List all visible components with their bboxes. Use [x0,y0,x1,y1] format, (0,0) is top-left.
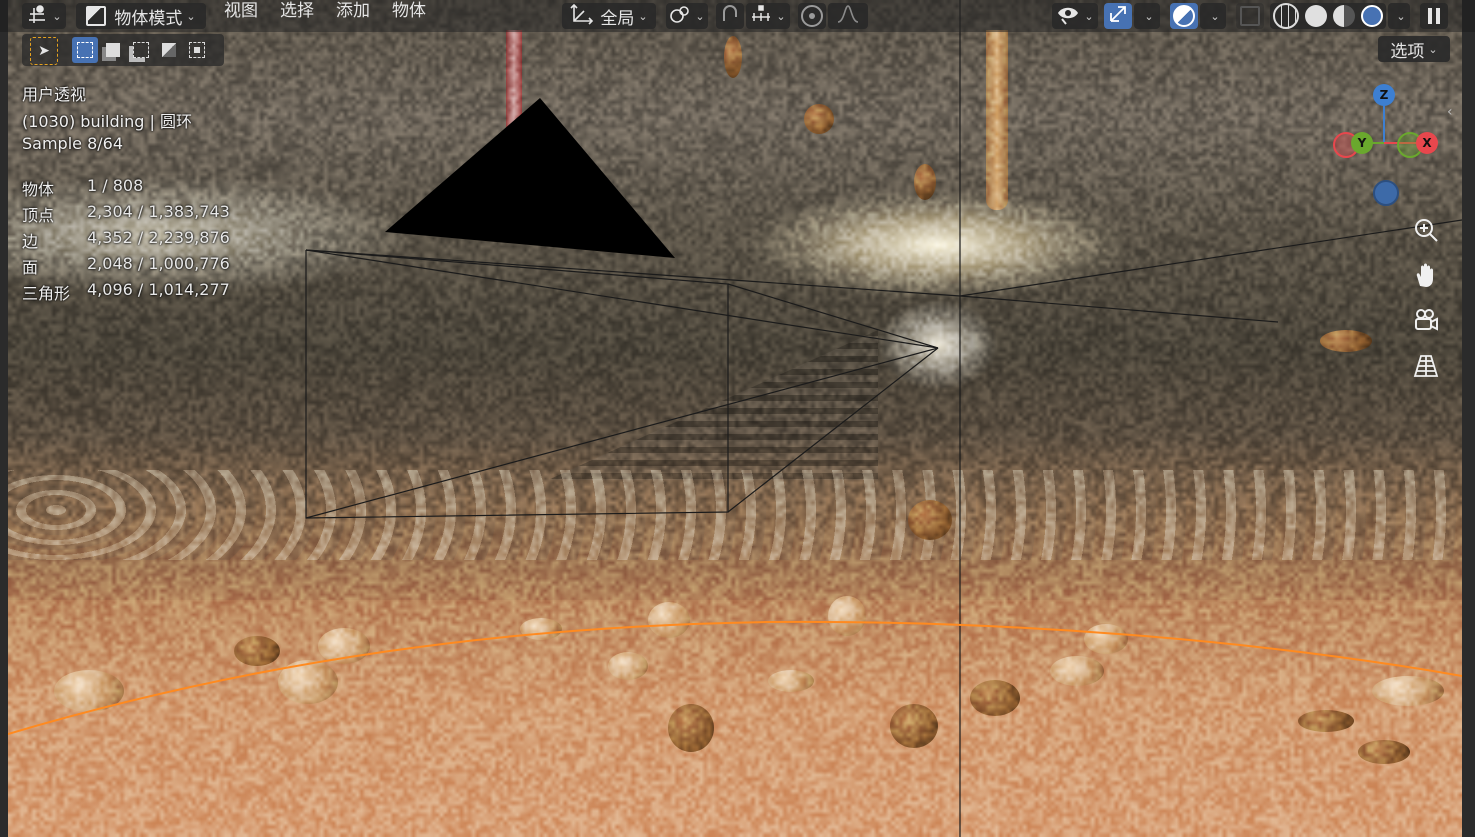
mode-label: 物体模式 [114,4,182,29]
viewport-header: ⌄ 物体模式 ⌄ 视图 选择 添加 物体 全局 ⌄ ⌄ ⌄ ⌄ ⌄ ⌄ ⌄ [0,0,1475,32]
zoom-button[interactable] [1408,214,1444,250]
navigation-gizmo[interactable]: Y X Z [1320,80,1450,210]
menu-add[interactable]: 添加 [336,0,370,22]
material-shading-icon[interactable] [1333,5,1355,27]
pivot-point-dropdown[interactable]: ⌄ [666,3,708,29]
gizmo-z-axis[interactable]: Z [1373,84,1395,106]
stat-value-objects: 1 / 808 [87,176,143,195]
options-label: 选项 [1390,37,1424,62]
pivot-point-icon [669,3,691,30]
select-tool-row: ➤ [22,34,224,66]
snap-icon [719,3,741,30]
options-dropdown[interactable]: 选项 ⌄ [1378,36,1450,62]
menu-select[interactable]: 选择 [280,0,314,22]
menu-object[interactable]: 物体 [392,0,426,22]
stat-label-triangles: 三角形 [22,280,70,304]
shading-modes[interactable] [1270,3,1386,29]
select-mode-extend[interactable] [100,37,126,63]
chevron-down-icon: ⌄ [52,10,61,23]
shading-dropdown[interactable]: ⌄ [1388,3,1410,29]
selected-torus-outline [8,622,1462,734]
stat-value-edges: 4,352 / 2,239,876 [87,228,230,247]
overlay-toggle-button[interactable] [1170,3,1198,29]
stat-value-triangles: 4,096 / 1,014,277 [87,280,230,299]
stat-label-objects: 物体 [22,176,54,200]
sample-count: Sample 8/64 [22,134,123,153]
left-edge-strip [0,32,8,837]
rendered-shading-icon[interactable] [1361,5,1383,27]
select-invert-icon [162,43,176,57]
visibility-icon [1056,3,1080,30]
select-intersect-icon [189,42,205,58]
overlay-dropdown[interactable]: ⌄ [1200,3,1226,29]
select-new-icon [77,42,93,58]
pause-render-icon [1428,8,1440,24]
chevron-down-icon: ⌄ [1084,10,1093,23]
select-mode-intersect[interactable] [184,37,210,63]
snap-increment-icon [750,5,772,28]
zoom-icon [1412,216,1440,248]
chevron-down-icon: ⌄ [1210,10,1219,23]
object-mode-icon [86,6,106,26]
camera-view-button[interactable] [1408,304,1444,340]
chevron-down-icon: ⌄ [776,10,785,23]
chevron-down-icon: ⌄ [1396,10,1405,23]
proportional-falloff-dropdown[interactable] [828,3,868,29]
stat-label-vertices: 顶点 [22,202,54,226]
editor-type-icon [26,4,48,29]
pause-render-button[interactable] [1420,3,1448,29]
grid-perspective-icon [1412,352,1440,384]
stat-label-edges: 边 [22,228,38,252]
chevron-down-icon: ⌄ [638,10,647,23]
select-tool-button[interactable]: ➤ [30,37,58,65]
proportional-editing-toggle[interactable] [798,3,826,29]
camera-frustum [306,0,1462,837]
falloff-curve-icon [836,4,860,29]
solid-shading-icon[interactable] [1305,5,1327,27]
gizmo-neg-z[interactable] [1373,180,1399,206]
stat-label-faces: 面 [22,254,38,278]
mode-selector[interactable]: 物体模式 ⌄ [76,3,206,29]
snap-target-dropdown[interactable]: ⌄ [746,3,790,29]
camera-triangle [385,98,675,258]
transform-orientation-label: 全局 [600,4,634,29]
xray-toggle[interactable] [1236,3,1264,29]
gizmo-dropdown[interactable]: ⌄ [1134,3,1160,29]
cursor-icon: ➤ [38,43,50,59]
gizmo-x-axis[interactable]: X [1416,132,1438,154]
xray-icon [1240,6,1260,26]
gizmo-y-axis[interactable]: Y [1351,132,1373,154]
chevron-down-icon: ⌄ [695,10,704,23]
chevron-down-icon: ⌄ [1428,43,1437,56]
hand-icon [1412,262,1440,294]
ortho-perspective-button[interactable] [1408,350,1444,386]
stat-value-vertices: 2,304 / 1,383,743 [87,202,230,221]
visibility-dropdown[interactable]: ⌄ [1052,3,1098,29]
select-mode-new[interactable] [72,37,98,63]
select-mode-subtract[interactable] [128,37,154,63]
proportional-editing-icon [801,5,823,27]
3d-viewport[interactable] [8,0,1462,837]
view-name: 用户透视 [22,81,86,105]
camera-icon [1412,306,1440,338]
gizmo-toggle-button[interactable] [1104,3,1132,29]
transform-orientation-dropdown[interactable]: 全局 ⌄ [562,3,656,29]
gizmo-toggle-icon [1107,3,1129,30]
viewport-overlays [8,0,1462,837]
pan-button[interactable] [1408,260,1444,296]
select-mode-invert[interactable] [156,37,182,63]
select-extend-icon [106,43,120,57]
chevron-down-icon: ⌄ [186,10,195,23]
overlay-icon [1173,5,1195,27]
wireframe-shading-icon[interactable] [1273,3,1299,29]
editor-type-button[interactable]: ⌄ [22,3,66,29]
select-subtract-icon [133,42,149,58]
transform-orientation-icon [570,3,594,30]
snap-toggle[interactable] [716,3,744,29]
menu-view[interactable]: 视图 [224,0,258,22]
chevron-down-icon: ⌄ [1144,10,1153,23]
object-info: (1030) building | 圆环 [22,108,192,132]
stat-value-faces: 2,048 / 1,000,776 [87,254,230,273]
right-edge-strip[interactable] [1462,32,1475,837]
